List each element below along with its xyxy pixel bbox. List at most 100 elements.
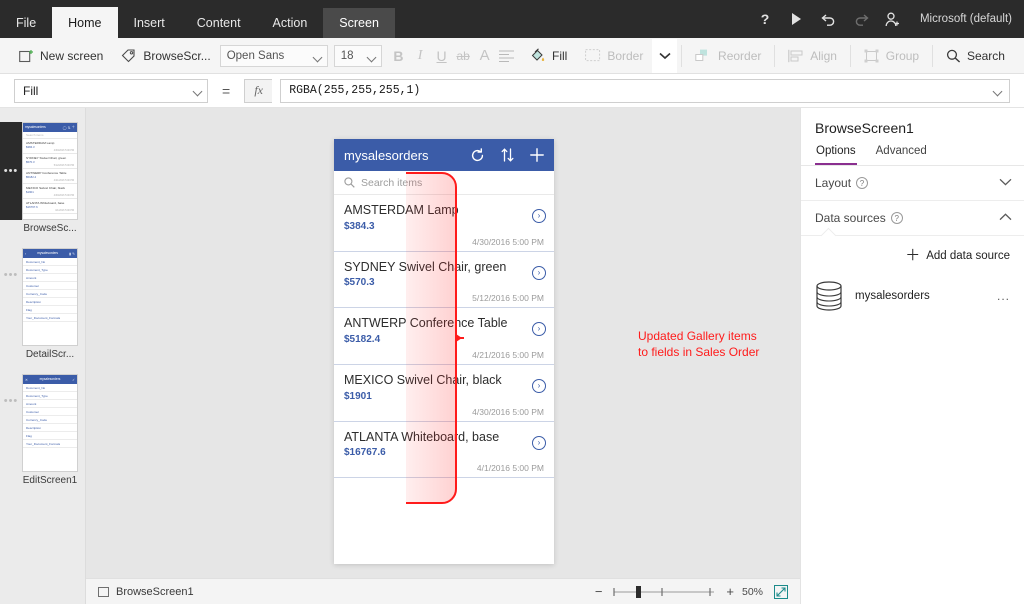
- check-icon: ✓: [72, 377, 75, 382]
- thumbnail-menu-handle[interactable]: •••: [0, 122, 22, 220]
- app-canvas[interactable]: mysalesorders Search items AMSTERDAM Lam…: [86, 108, 800, 578]
- plus-icon: ＋: [71, 125, 76, 129]
- group-button[interactable]: Group: [855, 41, 928, 71]
- add-user-icon[interactable]: [884, 10, 902, 28]
- sidebar-item-browsescreen[interactable]: mysalesorders ◯ ⇅ ＋ Search items AMSTERD…: [22, 122, 78, 220]
- border-label: Border: [607, 48, 644, 63]
- fill-button[interactable]: Fill: [521, 41, 576, 71]
- menu-tab-insert[interactable]: Insert: [118, 8, 181, 38]
- bold-button[interactable]: B: [388, 42, 410, 70]
- thumb-field: Description: [23, 298, 77, 306]
- help-icon[interactable]: ?: [856, 177, 869, 189]
- help-icon[interactable]: ?: [890, 212, 903, 224]
- kebab-icon[interactable]: •••: [4, 270, 19, 281]
- font-family-select[interactable]: Open Sans: [219, 44, 328, 67]
- new-screen-button[interactable]: New screen: [10, 41, 112, 71]
- align-icon: [498, 49, 514, 62]
- thumb-field: Flag: [23, 432, 77, 440]
- sidebar-item-detailscreen[interactable]: ‹ mysalesorders ▮ ✎ Document_No Document…: [22, 248, 78, 346]
- thumbnail-menu-handle[interactable]: •••: [0, 248, 22, 281]
- top-menu-bar: File Home Insert Content Action Screen ?…: [0, 0, 1024, 38]
- italic-button[interactable]: I: [409, 42, 431, 70]
- tag-icon: [122, 48, 135, 62]
- font-size-dropdown[interactable]: 18: [333, 44, 382, 67]
- thumb-list-item: MEXICO Swivel Chair, black $1901 4/30/20…: [23, 184, 77, 199]
- refresh-icon[interactable]: [470, 147, 485, 163]
- menu-tab-label: Content: [196, 16, 241, 30]
- font-family-dropdown[interactable]: Open Sans: [219, 44, 328, 67]
- add-data-source-button[interactable]: ＋ Add data source: [815, 246, 1010, 277]
- fx-icon: fx: [244, 78, 273, 103]
- chevron-up-icon[interactable]: [999, 212, 1012, 224]
- menu-tab-label: File: [16, 16, 37, 30]
- data-source-more-icon[interactable]: ...: [997, 289, 1010, 303]
- sort-icon: ⇅: [67, 125, 71, 130]
- thumbnail-row: ••• mysalesorders ◯ ⇅ ＋ Search items AMS…: [0, 122, 85, 220]
- thumb-header-title: mysalesorders: [39, 377, 61, 381]
- thumb-app-header: ‹ mysalesorders ▮ ✎: [23, 249, 77, 258]
- property-dropdown[interactable]: Fill: [14, 78, 208, 103]
- thumb-field: Currency_Code: [23, 290, 77, 298]
- reorder-label: Reorder: [718, 48, 762, 63]
- border-button[interactable]: Border: [576, 41, 652, 71]
- data-source-row[interactable]: mysalesorders ...: [815, 277, 1010, 315]
- undo-icon[interactable]: [820, 10, 838, 28]
- font-color-button[interactable]: A: [474, 42, 496, 70]
- screen-thumbnail-rail[interactable]: ••• mysalesorders ◯ ⇅ ＋ Search items AMS…: [0, 108, 86, 604]
- help-icon[interactable]: ?: [756, 10, 774, 28]
- ribbon-toolbar: New screen BrowseScr... Open Sans 18 B I…: [0, 38, 1024, 74]
- more-format-options-button[interactable]: [652, 38, 678, 73]
- gallery-item-chevron-icon[interactable]: ›: [532, 435, 546, 450]
- align-button[interactable]: [495, 42, 517, 70]
- menu-tab-file[interactable]: File: [0, 8, 52, 38]
- section-layout[interactable]: Layout ?: [801, 166, 1024, 201]
- thumbnail-block-detailscreen: ••• ‹ mysalesorders ▮ ✎ Document_No Docu…: [0, 248, 85, 360]
- menu-tab-content[interactable]: Content: [181, 8, 257, 38]
- new-screen-label: New screen: [40, 48, 104, 63]
- plus-icon[interactable]: [530, 148, 544, 162]
- chevron-down-icon[interactable]: [999, 178, 1012, 189]
- search-icon: [946, 49, 961, 63]
- section-layout-label: Layout: [815, 176, 852, 190]
- section-data-sources-label: Data sources: [815, 211, 886, 225]
- redo-icon[interactable]: [852, 10, 870, 28]
- status-screen-indicator[interactable]: BrowseScreen1: [98, 586, 194, 598]
- reorder-button[interactable]: Reorder: [686, 41, 770, 71]
- gallery-item-chevron-icon[interactable]: ›: [532, 378, 546, 393]
- thumbnail-label-detailscreen: DetailScr...: [25, 349, 75, 360]
- sort-icon[interactable]: [501, 148, 514, 162]
- zoom-out-button[interactable]: −: [595, 585, 603, 598]
- underline-button[interactable]: U: [431, 42, 453, 70]
- menu-tab-home[interactable]: Home: [52, 7, 118, 38]
- sidebar-item-editscreen[interactable]: ✕ mysalesorders ✓ Document_No Document_T…: [22, 374, 78, 472]
- search-button[interactable]: Search: [937, 41, 1014, 71]
- menu-tab-label: Screen: [339, 16, 379, 30]
- zoom-slider[interactable]: [610, 585, 718, 599]
- section-data-sources[interactable]: Data sources ?: [801, 201, 1024, 236]
- thumb-field: Your_Document_Formats: [23, 314, 77, 322]
- play-icon[interactable]: [788, 10, 806, 28]
- menu-tab-screen[interactable]: Screen: [323, 8, 395, 38]
- right-properties-panel: BrowseScreen1 Options Advanced Layout ? …: [800, 108, 1024, 604]
- thumb-field: Your_Document_Formats: [23, 440, 77, 448]
- menu-tab-action[interactable]: Action: [257, 8, 324, 38]
- align-group-button[interactable]: Align: [779, 41, 846, 71]
- thumb-header-title: mysalesorders: [25, 125, 46, 129]
- zoom-in-button[interactable]: +: [726, 585, 734, 598]
- kebab-icon[interactable]: •••: [4, 165, 19, 177]
- font-size-select[interactable]: 18: [333, 44, 382, 67]
- kebab-icon[interactable]: •••: [4, 396, 19, 407]
- thumbnail-menu-handle[interactable]: •••: [0, 374, 22, 407]
- strikethrough-button[interactable]: ab: [452, 42, 474, 70]
- screen-selector-button[interactable]: BrowseScr...: [112, 41, 219, 71]
- account-name[interactable]: Microsoft (default): [920, 13, 1012, 25]
- gallery-item-chevron-icon[interactable]: ›: [532, 265, 546, 280]
- gallery-item-chevron-icon[interactable]: ›: [532, 209, 546, 223]
- search-label: Search: [966, 48, 1005, 63]
- tab-advanced[interactable]: Advanced: [875, 142, 928, 165]
- property-select[interactable]: Fill: [14, 78, 208, 103]
- tab-options[interactable]: Options: [815, 142, 857, 165]
- formula-input[interactable]: [280, 78, 1010, 103]
- fullscreen-icon[interactable]: [774, 584, 788, 599]
- thumb-app-header: ✕ mysalesorders ✓: [23, 375, 77, 384]
